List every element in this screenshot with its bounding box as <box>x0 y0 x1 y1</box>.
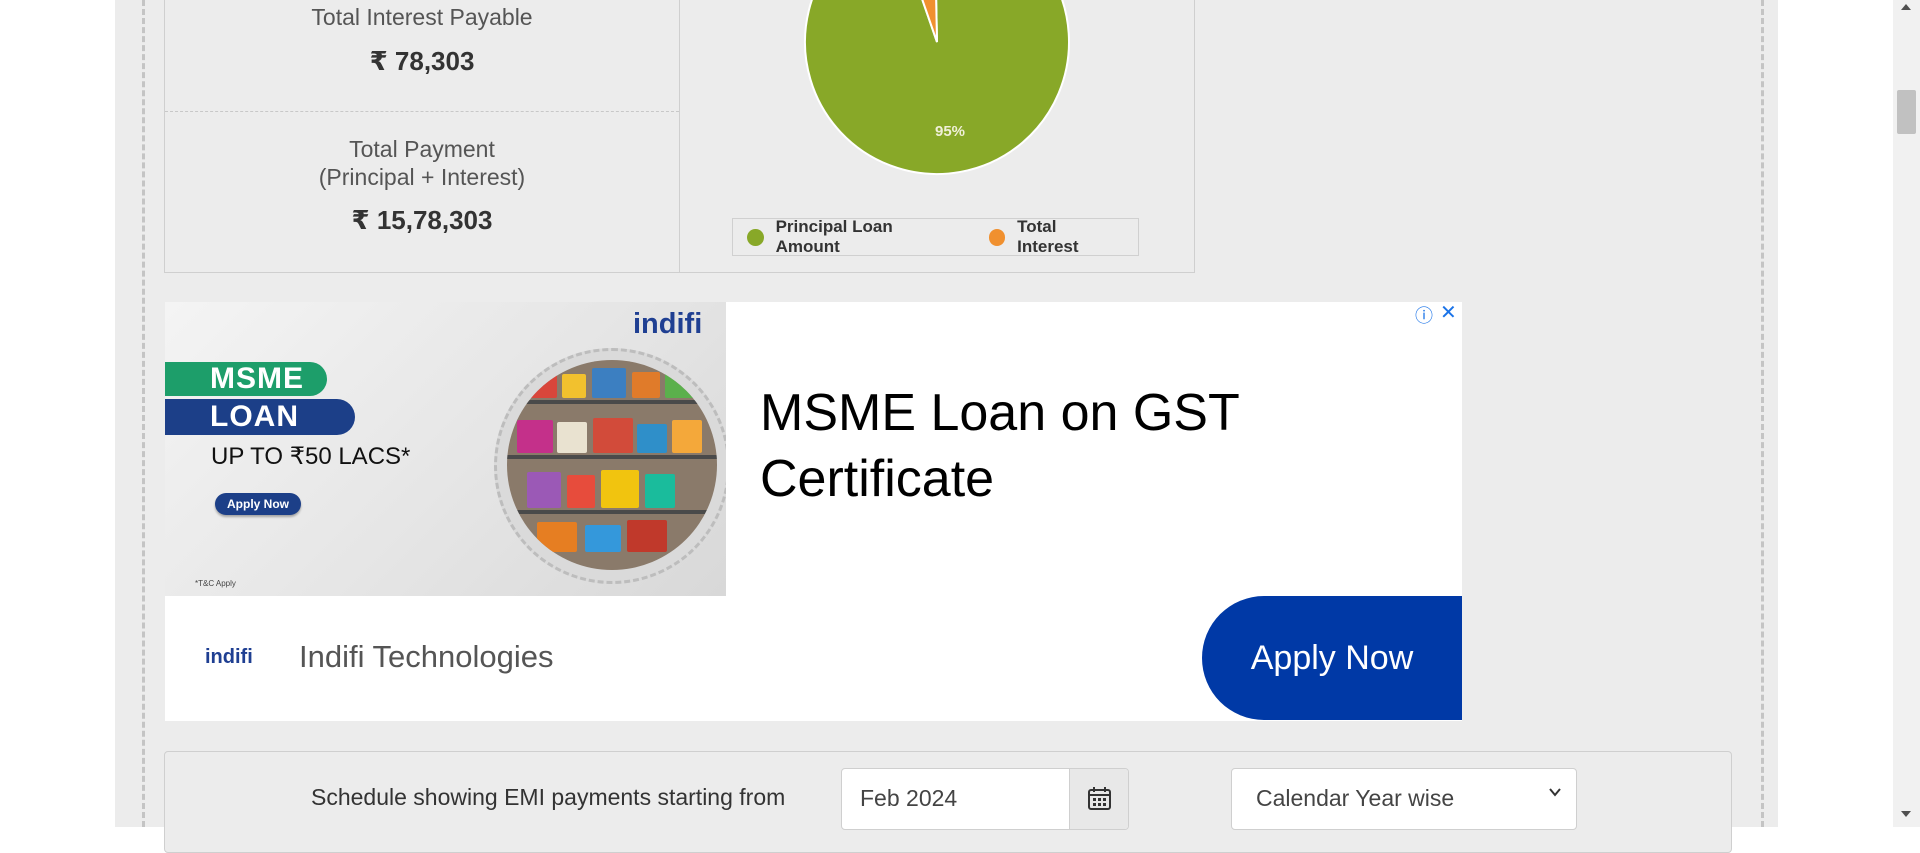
calendar-icon <box>1088 787 1111 810</box>
legend-label-principal: Principal Loan Amount <box>775 217 893 256</box>
advertisement[interactable]: indifi MSME LOAN UP TO ₹50 LACS* Apply N… <box>165 302 1462 721</box>
apply-now-button[interactable]: Apply Now <box>1202 596 1462 720</box>
total-interest-label: Total Interest Payable <box>311 4 533 30</box>
dashed-border-right <box>1761 0 1764 827</box>
scroll-thumb[interactable] <box>1897 90 1916 134</box>
legend-item-interest[interactable]: Total Interest <box>988 217 1120 257</box>
terms-text: *T&C Apply <box>195 579 236 588</box>
emi-start-date-value: Feb 2024 <box>860 785 958 811</box>
schedule-type-select[interactable]: Calendar Year wise <box>1231 768 1577 830</box>
chevron-down-icon <box>1549 788 1561 797</box>
schedule-controls: Schedule showing EMI payments starting f… <box>164 751 1732 853</box>
legend-label-interest: Total Interest <box>1017 217 1079 256</box>
page-scrollbar[interactable] <box>1893 0 1920 827</box>
schedule-label: Schedule showing EMI payments starting f… <box>311 784 786 810</box>
ad-close-icon[interactable]: ✕ <box>1440 300 1457 325</box>
msme-badge: MSME <box>165 362 327 396</box>
legend-dot-principal <box>747 228 764 246</box>
total-interest-value: ₹ 78,303 <box>369 46 475 76</box>
ad-info-icon[interactable]: ⓘ <box>1415 302 1433 328</box>
shop-shelf-photo <box>507 360 717 570</box>
ad-headline[interactable]: MSME Loan on GST Certificate <box>760 380 1320 512</box>
emi-start-date-input[interactable]: Feb 2024 <box>841 768 1129 830</box>
advertiser-name[interactable]: Indifi Technologies <box>299 639 554 675</box>
chart-legend: Principal Loan Amount Total Interest <box>732 217 1139 257</box>
ad-image-apply-button[interactable]: Apply Now <box>215 493 301 515</box>
dashed-border-left <box>142 0 145 827</box>
total-payment-label-line2: (Principal + Interest) <box>318 164 526 190</box>
loan-limit-text: UP TO ₹50 LACS* <box>211 443 411 470</box>
ad-image[interactable]: indifi MSME LOAN UP TO ₹50 LACS* Apply N… <box>165 302 726 596</box>
total-payment-value: ₹ 15,78,303 <box>351 205 493 235</box>
schedule-type-value: Calendar Year wise <box>1256 785 1455 811</box>
total-payment-label: Total Payment (Principal + Interest) <box>165 135 679 191</box>
total-payment-label-line1: Total Payment <box>349 136 495 162</box>
calendar-button[interactable] <box>1069 769 1128 829</box>
loan-badge: LOAN <box>165 399 355 435</box>
ad-footer: indifi Indifi Technologies Apply Now <box>165 596 1462 721</box>
indifi-logo-small: indifi <box>205 646 253 668</box>
legend-dot-interest <box>988 228 1006 246</box>
total-payment-stat: Total Payment (Principal + Interest) ₹ 1… <box>165 112 679 272</box>
scroll-up-arrow-icon[interactable] <box>1901 4 1911 10</box>
indifi-logo: indifi <box>633 308 703 340</box>
legend-item-principal[interactable]: Principal Loan Amount <box>747 217 957 257</box>
total-interest-stat: Total Interest Payable ₹ 78,303 <box>165 0 679 112</box>
scroll-down-arrow-icon[interactable] <box>1901 811 1911 817</box>
summary-stats: Total Interest Payable ₹ 78,303 Total Pa… <box>165 0 680 272</box>
